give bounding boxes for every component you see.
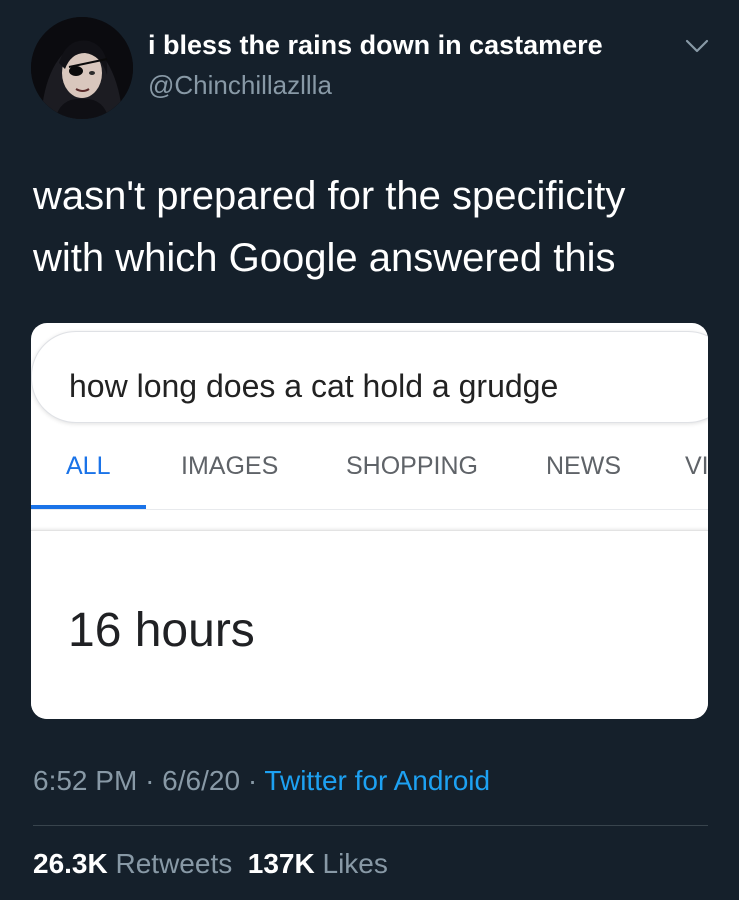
author-display-name[interactable]: i bless the rains down in castamere <box>148 30 603 61</box>
tweet-text-line: with which Google answered this <box>33 236 616 280</box>
likes-stat[interactable]: 137K Likes <box>248 848 388 879</box>
tweet-source-link[interactable]: Twitter for Android <box>264 765 490 796</box>
likes-label: Likes <box>322 848 388 879</box>
tweet-text: wasn't prepared for the specificity with… <box>33 165 713 289</box>
avatar[interactable] <box>31 17 133 119</box>
tab-news: NEWS <box>546 452 621 480</box>
tweet-meta: 6:52 PM · 6/6/20 · Twitter for Android <box>33 765 490 797</box>
search-query: how long does a cat hold a grudge <box>69 368 559 404</box>
tweet-time[interactable]: 6:52 PM <box>33 765 137 796</box>
author-handle[interactable]: @Chinchillazllla <box>148 70 332 101</box>
tweet-text-line: wasn't prepared for the specificity <box>33 174 626 218</box>
meta-separator: · <box>145 765 155 796</box>
answer-panel: 16 hours <box>31 530 708 719</box>
divider <box>33 825 708 826</box>
tab-videos-truncated: VI <box>685 452 708 480</box>
chevron-down-icon[interactable] <box>684 36 710 56</box>
tweet-date[interactable]: 6/6/20 <box>162 765 240 796</box>
retweets-label: Retweets <box>115 848 233 879</box>
meta-separator: · <box>247 765 258 796</box>
google-search-box: how long does a cat hold a grudge <box>31 331 708 423</box>
likes-count: 137K <box>247 848 315 879</box>
tweet-stats: 26.3K Retweets 137K Likes <box>33 848 388 880</box>
attached-image[interactable]: how long does a cat hold a grudge ALL IM… <box>31 323 708 719</box>
retweets-stat[interactable]: 26.3K Retweets <box>33 848 232 879</box>
tab-all: ALL <box>66 452 111 480</box>
tab-images: IMAGES <box>181 452 279 480</box>
retweets-count: 26.3K <box>33 848 108 879</box>
featured-answer: 16 hours <box>68 604 255 657</box>
tabs-divider <box>31 509 708 510</box>
tab-shopping: SHOPPING <box>346 452 478 480</box>
